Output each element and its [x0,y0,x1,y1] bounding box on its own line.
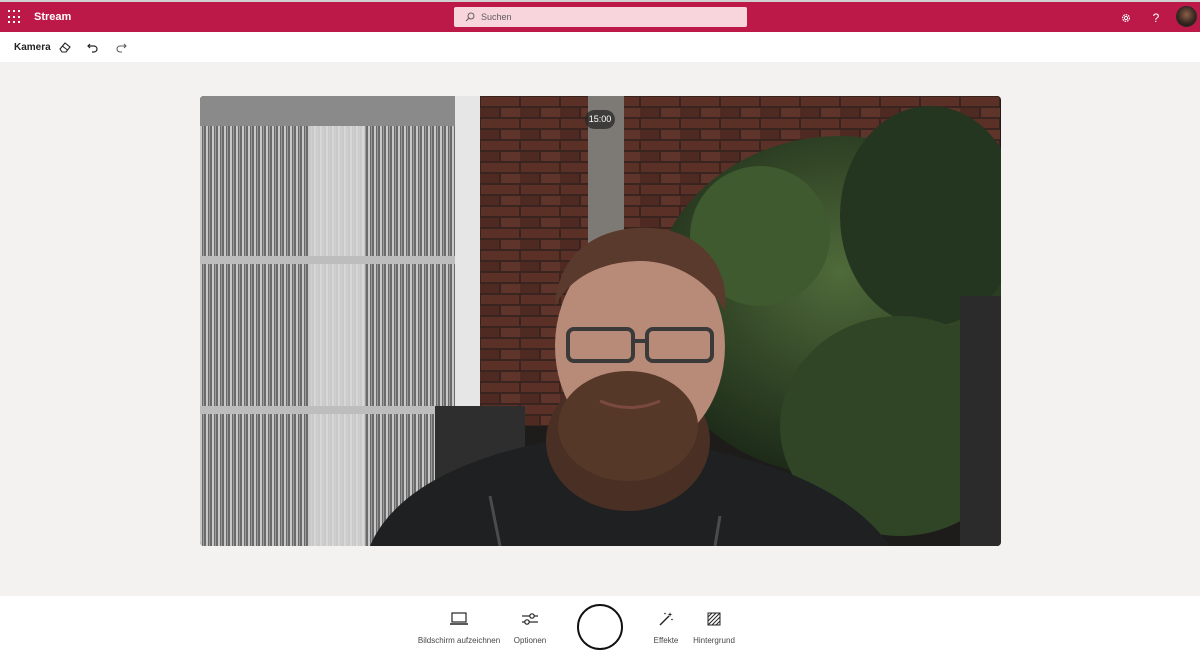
eraser-icon[interactable] [57,39,73,55]
record-button[interactable] [577,604,623,650]
search-input[interactable] [481,7,731,27]
record-screen-label: Bildschirm aufzeichnen [417,636,501,645]
background-label: Hintergrund [693,636,735,645]
camera-preview [200,96,1001,546]
app-name[interactable]: Stream [34,11,71,23]
settings-icon[interactable] [1118,10,1134,26]
laptop-icon [449,610,469,628]
top-app-bar: Stream ? [0,0,1200,32]
options-label: Optionen [513,636,547,645]
magic-wand-icon [656,610,676,628]
background-blur-icon [704,610,724,628]
camera-feed-image [200,96,1001,546]
background-button[interactable]: Hintergrund [690,610,738,645]
record-screen-button[interactable]: Bildschirm aufzeichnen [418,610,500,645]
effects-label: Effekte [653,636,679,645]
help-icon[interactable]: ? [1148,10,1164,26]
recording-timer: 15:00 [585,110,615,129]
user-avatar[interactable] [1176,6,1197,27]
options-button[interactable]: Optionen [509,610,551,645]
effects-button[interactable]: Effekte [648,610,684,645]
search-icon [465,12,475,22]
search-box[interactable] [454,7,747,27]
recorder-toolbar: Kamera [0,32,1200,62]
recording-controls: Bildschirm aufzeichnen Optionen Effekte [0,596,1200,657]
app-launcher-icon[interactable] [8,10,22,24]
undo-icon[interactable] [85,39,101,55]
sliders-icon [520,610,540,628]
redo-icon[interactable] [113,39,129,55]
page-title: Kamera [14,42,51,53]
